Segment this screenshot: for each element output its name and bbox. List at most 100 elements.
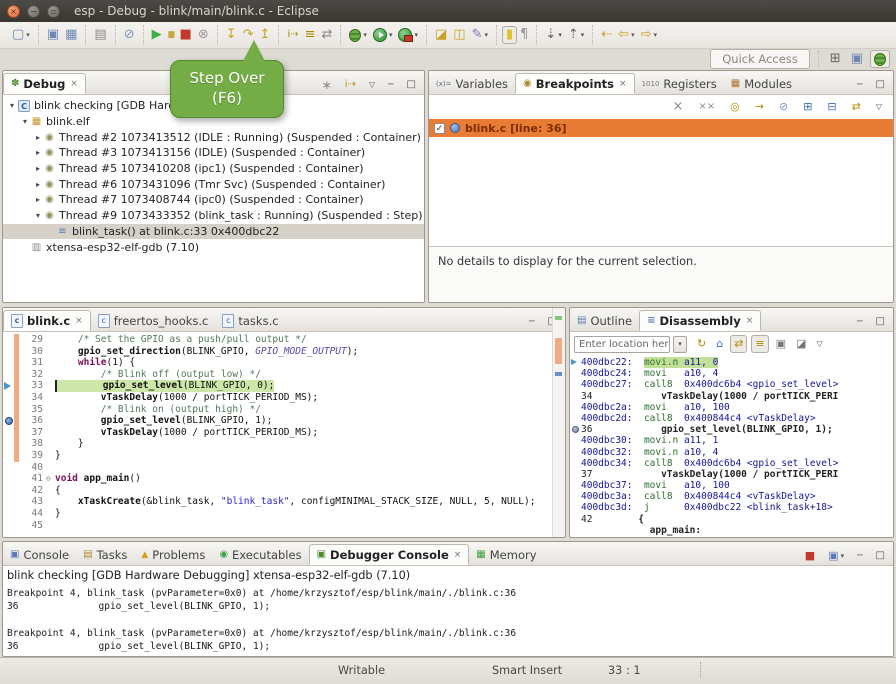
- breakpoint-item[interactable]: ✓blink.c [line: 36]: [429, 119, 893, 137]
- disassembly-line[interactable]: 400dbc30: movi.n a11, 1: [570, 435, 893, 446]
- last-edit-location-icon[interactable]: ⇠: [598, 26, 615, 44]
- editor-line[interactable]: 31 while(1) {: [3, 357, 565, 369]
- go-to-file-icon[interactable]: →: [752, 98, 767, 116]
- terminate-icon[interactable]: ■: [177, 26, 195, 44]
- editor-line[interactable]: 44}: [3, 508, 565, 520]
- tab-debug[interactable]: ✽ Debug ×: [3, 73, 86, 94]
- tab-registers[interactable]: 1010Registers: [635, 73, 724, 94]
- close-icon[interactable]: ×: [70, 79, 78, 89]
- tab-executables[interactable]: ◉Executables: [212, 544, 308, 565]
- disassembly-line[interactable]: 400dbc2a: movi a10, 100: [570, 402, 893, 413]
- open-resource-icon[interactable]: ◫: [450, 26, 468, 44]
- debug-perspective-icon[interactable]: [870, 50, 890, 68]
- editor-line[interactable]: 34 vTaskDelay(1000 / portTICK_PERIOD_MS)…: [3, 392, 565, 404]
- minimize-icon[interactable]: ─: [854, 76, 865, 94]
- location-dropdown-icon[interactable]: ▾: [673, 336, 687, 353]
- disassembly-line[interactable]: 400dbc34: call8 0x400dc6b4 <gpio_set_lev…: [570, 458, 893, 469]
- run-menu-icon[interactable]: ▾: [370, 26, 396, 44]
- breakpoint-checkbox[interactable]: ✓: [434, 123, 445, 134]
- editor-tab-tasks-c[interactable]: ctasks.c: [215, 310, 285, 331]
- close-icon[interactable]: ×: [746, 316, 754, 326]
- editor-line[interactable]: 45: [3, 520, 565, 532]
- editor-line[interactable]: 41⊖void app_main(): [3, 473, 565, 485]
- home-icon[interactable]: ⌂: [713, 335, 726, 353]
- twisty-icon[interactable]: ▾: [7, 101, 17, 110]
- close-icon[interactable]: ×: [454, 550, 462, 560]
- dropdown-caret-icon[interactable]: ▾: [654, 31, 658, 39]
- open-perspective-icon[interactable]: ⊞: [827, 50, 844, 68]
- twisty-icon[interactable]: ▸: [33, 133, 43, 142]
- debug-tree-item[interactable]: ▥xtensa-esp32-elf-gdb (7.10): [3, 239, 424, 255]
- drop-to-frame-icon[interactable]: ⇄: [319, 26, 336, 44]
- view-menu-icon[interactable]: ▽: [366, 76, 378, 94]
- open-task-icon[interactable]: ✎▾: [469, 26, 491, 44]
- dropdown-caret-icon[interactable]: ▾: [363, 31, 367, 39]
- disassembly-line[interactable]: 37 vTaskDelay(1000 / portTICK_PERI: [570, 469, 893, 480]
- minimize-icon[interactable]: ─: [526, 313, 537, 331]
- disassembly-line[interactable]: 400dbc32: movi.n a10, 4: [570, 447, 893, 458]
- instruction-stepping-toggle-icon[interactable]: i⇢: [342, 76, 359, 94]
- editor-tab-blink-c[interactable]: cblink.c×: [3, 310, 91, 331]
- debug-tree-item[interactable]: ≡blink_task() at blink.c:33 0x400dbc22: [3, 224, 424, 240]
- debug-tree-item[interactable]: ▾◉Thread #9 1073433352 (blink_task : Run…: [3, 208, 424, 224]
- maximize-icon[interactable]: □: [873, 547, 888, 565]
- editor-line[interactable]: 29 /* Set the GPIO as a push/pull output…: [3, 334, 565, 346]
- editor-line[interactable]: 35 /* Blink on (output high) */: [3, 404, 565, 416]
- breakpoint-marker[interactable]: [3, 415, 14, 427]
- skip-all-breakpoints-view-icon[interactable]: ⊘: [776, 98, 791, 116]
- debug-tree-item[interactable]: ▸◉Thread #2 1073413512 (IDLE : Running) …: [3, 129, 424, 145]
- editor-tab-freertos-hooks-c[interactable]: cfreertos_hooks.c: [91, 310, 216, 331]
- print-icon[interactable]: ▤: [91, 26, 109, 44]
- code-editor[interactable]: 29 /* Set the GPIO as a push/pull output…: [3, 332, 565, 531]
- instruction-stepping-icon[interactable]: i⇢: [284, 26, 301, 44]
- dropdown-caret-icon[interactable]: ▾: [484, 31, 488, 39]
- minimize-icon[interactable]: ─: [854, 313, 865, 331]
- back-icon[interactable]: ⇦▾: [615, 26, 637, 44]
- twisty-icon[interactable]: ▾: [33, 211, 43, 220]
- disassembly-line[interactable]: 400dbc24: movi a10, 4: [570, 368, 893, 379]
- debug-tree-item[interactable]: ▸◉Thread #6 1073431096 (Tmr Svc) (Suspen…: [3, 176, 424, 192]
- tab-modules[interactable]: ▦Modules: [724, 73, 799, 94]
- tab-tasks[interactable]: ▤Tasks: [76, 544, 134, 565]
- disassembly-line[interactable]: 400dbc2d: call8 0x400844c4 <vTaskDelay>: [570, 413, 893, 424]
- remove-breakpoint-icon[interactable]: ×: [669, 98, 686, 116]
- minimize-icon[interactable]: ─: [385, 76, 396, 94]
- disassembly-line[interactable]: 400dbc3a: call8 0x400844c4 <vTaskDelay>: [570, 491, 893, 502]
- previous-annotation-icon[interactable]: ⇡▾: [565, 26, 587, 44]
- maximize-icon[interactable]: □: [404, 76, 419, 94]
- sync-active-context-icon[interactable]: ⇄: [730, 335, 747, 353]
- editor-line[interactable]: 37 vTaskDelay(1000 / portTICK_PERIOD_MS)…: [3, 427, 565, 439]
- twisty-icon[interactable]: ▸: [33, 148, 43, 157]
- save-icon[interactable]: ▣: [44, 26, 62, 44]
- tab-variables[interactable]: (x)=Variables: [429, 73, 515, 94]
- dropdown-caret-icon[interactable]: ▾: [581, 31, 585, 39]
- console-output[interactable]: blink checking [GDB Hardware Debugging] …: [3, 566, 893, 653]
- disassembly-line[interactable]: 400dbc27: call8 0x400dc6b4 <gpio_set_lev…: [570, 379, 893, 390]
- minimize-button[interactable]: −: [27, 5, 40, 18]
- remove-launch-icon[interactable]: ■: [802, 547, 818, 565]
- debug-tree-item[interactable]: ▸◉Thread #7 1073408744 (ipc0) (Suspended…: [3, 192, 424, 208]
- dropdown-caret-icon[interactable]: ▾: [558, 31, 562, 39]
- show-whitespace-icon[interactable]: ¶: [517, 26, 531, 44]
- fold-collapse-icon[interactable]: ⊖: [46, 473, 55, 485]
- close-button[interactable]: ×: [7, 5, 20, 18]
- editor-line[interactable]: 43 xTaskCreate(&blink_task, "blink_task"…: [3, 496, 565, 508]
- maximize-icon[interactable]: □: [873, 76, 888, 94]
- open-new-view-icon[interactable]: ▣: [773, 335, 789, 353]
- new-icon[interactable]: ▢▾: [9, 26, 33, 44]
- disassembly-line[interactable]: 34 vTaskDelay(1000 / portTICK_PERI: [570, 391, 893, 402]
- close-icon[interactable]: ×: [75, 316, 83, 326]
- expand-all-icon[interactable]: ⊞: [800, 98, 815, 116]
- minimize-icon[interactable]: ─: [854, 547, 865, 565]
- link-with-debug-icon[interactable]: ⇄: [849, 98, 864, 116]
- tab-problems[interactable]: ▲Problems: [134, 544, 212, 565]
- forward-icon[interactable]: ⇨▾: [638, 26, 660, 44]
- disassembly-line[interactable]: 400dbc22: movi.n a11, 0: [570, 357, 893, 368]
- disconnect-icon[interactable]: ⊗: [195, 26, 212, 44]
- debug-tree-item[interactable]: ▸◉Thread #3 1073413156 (IDLE) (Suspended…: [3, 145, 424, 161]
- twisty-icon[interactable]: ▸: [33, 164, 43, 173]
- show-disassembly-icon[interactable]: ≡: [302, 26, 319, 44]
- show-source-icon[interactable]: ≡: [751, 335, 768, 353]
- maximize-button[interactable]: ▫: [47, 5, 60, 18]
- collapse-all-icon[interactable]: ⊟: [824, 98, 839, 116]
